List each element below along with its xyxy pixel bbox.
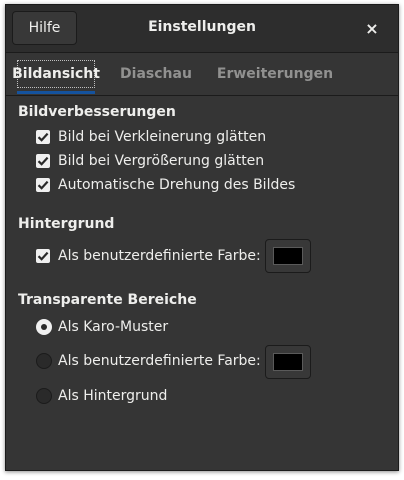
radio-checkerboard-label: Als Karo-Muster xyxy=(58,319,169,335)
smooth-shrink-checkbox[interactable]: Bild bei Verkleinerung glätten xyxy=(36,127,266,147)
background-color-button[interactable] xyxy=(265,239,311,273)
transparency-color-swatch xyxy=(273,353,303,371)
tab-separator xyxy=(6,95,398,96)
section-heading-enhancements: Bildverbesserungen xyxy=(18,104,176,120)
background-color-swatch xyxy=(273,247,303,265)
checkmark-icon[interactable] xyxy=(36,178,50,192)
checkmark-icon[interactable] xyxy=(36,249,50,263)
active-tab-indicator xyxy=(17,91,95,94)
transparency-color-button[interactable] xyxy=(265,345,311,379)
radio-selected-icon[interactable] xyxy=(36,319,52,335)
checkmark-icon[interactable] xyxy=(36,130,50,144)
dialog-title: Einstellungen xyxy=(148,19,256,35)
auto-rotate-checkbox[interactable]: Automatische Drehung des Bildes xyxy=(36,175,295,195)
tab-bildansicht[interactable]: Bildansicht xyxy=(12,60,100,88)
tab-diaschau[interactable]: Diaschau xyxy=(118,60,194,88)
smooth-enlarge-label: Bild bei Vergrößerung glätten xyxy=(58,153,265,169)
radio-unselected-icon[interactable] xyxy=(36,388,52,404)
auto-rotate-label: Automatische Drehung des Bildes xyxy=(58,177,296,193)
preferences-dialog: Hilfe Einstellungen × Bildansicht Diasch… xyxy=(5,4,399,471)
tab-bar: Bildansicht Diaschau Erweiterungen xyxy=(6,52,398,96)
radio-checkerboard[interactable]: Als Karo-Muster xyxy=(36,317,168,337)
radio-custom-color[interactable]: Als benutzerdefinierte Farbe: xyxy=(36,351,261,371)
background-custom-color-label: Als benutzerdefinierte Farbe: xyxy=(58,248,261,264)
tab-erweiterungen[interactable]: Erweiterungen xyxy=(216,60,334,88)
close-icon[interactable]: × xyxy=(361,17,383,39)
radio-unselected-icon[interactable] xyxy=(36,353,52,369)
header-bar: Hilfe Einstellungen × xyxy=(6,5,398,53)
radio-background[interactable]: Als Hintergrund xyxy=(36,386,167,406)
smooth-shrink-label: Bild bei Verkleinerung glätten xyxy=(58,129,267,145)
checkmark-icon[interactable] xyxy=(36,154,50,168)
radio-background-label: Als Hintergrund xyxy=(58,388,168,404)
radio-custom-color-label: Als benutzerdefinierte Farbe: xyxy=(58,353,261,369)
section-heading-background: Hintergrund xyxy=(18,216,115,232)
background-custom-color-checkbox[interactable]: Als benutzerdefinierte Farbe: xyxy=(36,246,261,266)
smooth-enlarge-checkbox[interactable]: Bild bei Vergrößerung glätten xyxy=(36,151,264,171)
section-heading-transparency: Transparente Bereiche xyxy=(18,292,197,308)
